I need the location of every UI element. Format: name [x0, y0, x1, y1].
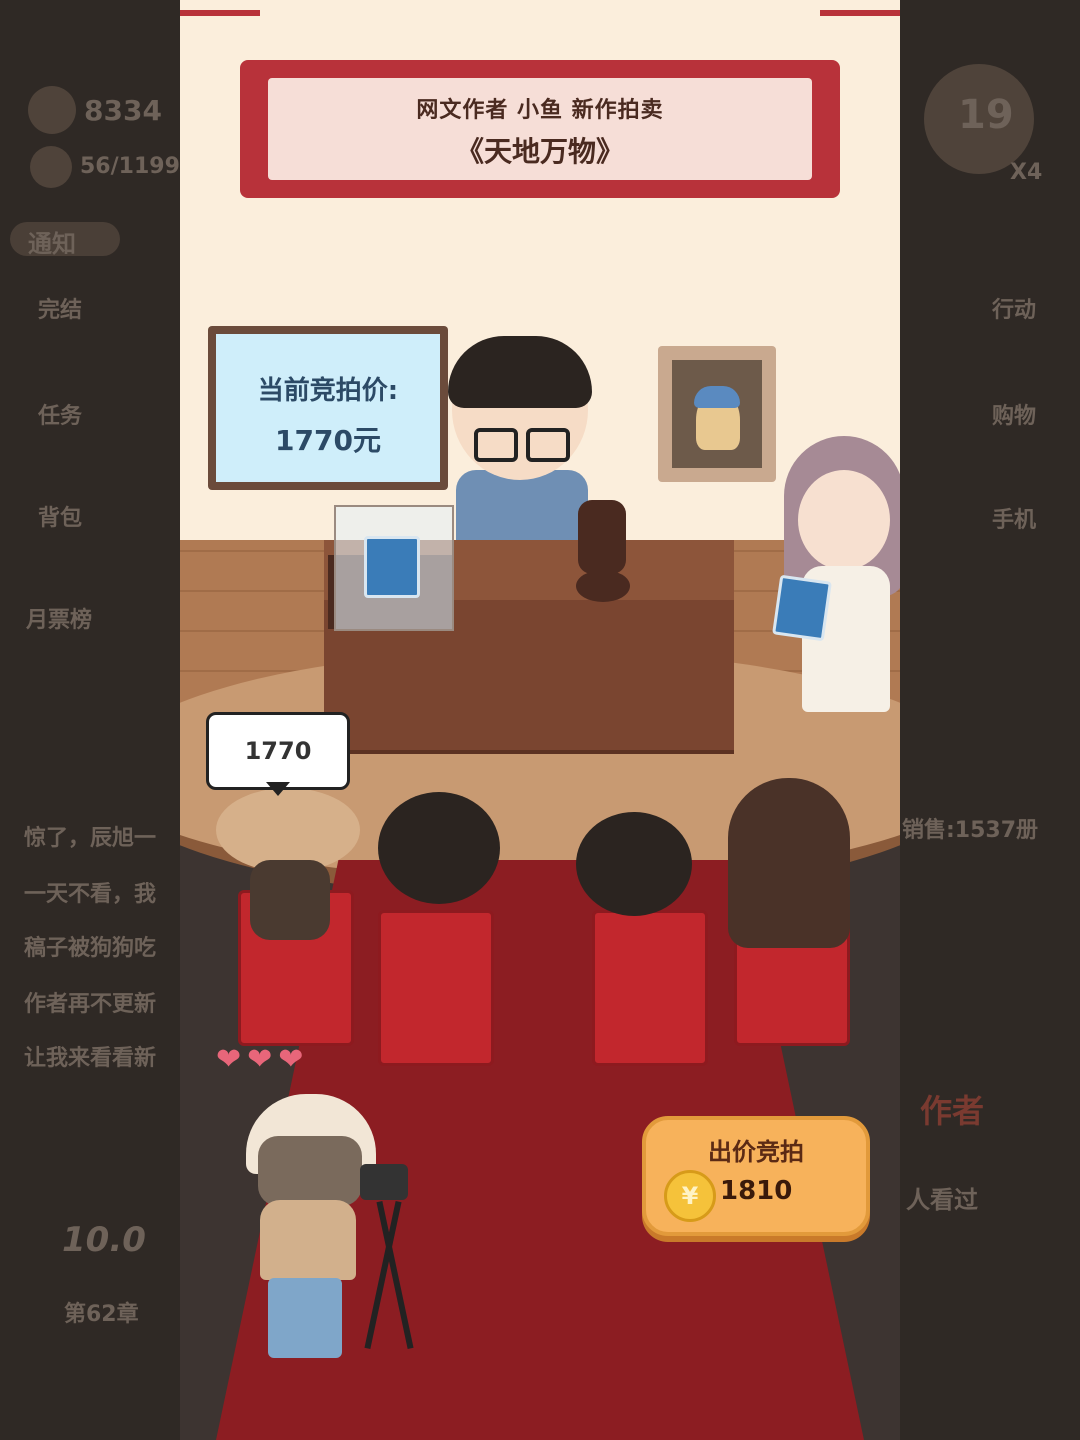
menu-monthly-ticket-rank[interactable]: 月票榜 — [26, 602, 92, 634]
glasses-left-icon — [474, 428, 518, 462]
banner-panel: 网文作者 小鱼 新作拍卖 《天地万物》 — [268, 78, 812, 180]
speed-multiplier[interactable]: X4 — [1010, 160, 1042, 185]
price-board: 当前竞拍价: 1770元 — [208, 326, 448, 490]
audience-member-1-hair — [250, 860, 330, 940]
glasses-right-icon — [526, 428, 570, 462]
menu-phone[interactable]: 手机 — [992, 502, 1036, 534]
camera-icon — [360, 1164, 408, 1200]
ticket-count: 56/1199 — [80, 154, 180, 179]
author-tab[interactable]: 作者 — [920, 1086, 984, 1132]
bid-button[interactable]: 出价竞拍 ¥ 1810 — [642, 1116, 870, 1236]
painting-canvas — [672, 360, 762, 468]
auction-popup: 网文作者 小鱼 新作拍卖 《天地万物》 当前竞拍价: 1770元 1770 ❤❤… — [180, 0, 900, 1440]
feed-line-2: 一天不看，我 — [24, 882, 157, 907]
book-icon — [364, 536, 420, 598]
sales-count: 销售:1537册 — [902, 818, 1039, 843]
banner-book-title: 《天地万物》 — [455, 135, 624, 168]
background-right-panel — [900, 0, 1080, 1440]
feed-line-1: 惊了，辰旭一 — [24, 826, 157, 851]
timer-value: 19 — [958, 92, 1014, 138]
coin-icon — [28, 86, 76, 134]
bid-button-amount: 1810 — [720, 1176, 793, 1206]
bid-speech-bubble: 1770 — [206, 712, 350, 790]
gavel-icon — [578, 500, 626, 574]
feed-line-5: 让我来看看新 — [24, 1046, 157, 1071]
notice-tab-label: 通知 — [28, 230, 76, 258]
assistant-face — [798, 470, 890, 570]
book-rating: 10.0 — [62, 1220, 146, 1260]
audience-chair-3 — [592, 910, 708, 1066]
audience-member-2-head — [378, 792, 500, 904]
chapter-label: 第62章 — [64, 1302, 139, 1327]
audience-member-4-hair — [728, 778, 850, 948]
coin-icon: ¥ — [664, 1170, 716, 1222]
assistant-book-icon — [772, 574, 832, 642]
photographer-legs — [268, 1278, 342, 1358]
audience-chair-2 — [378, 910, 494, 1066]
audience-member-3-head — [576, 812, 692, 916]
current-price-label: 当前竞拍价: — [257, 376, 399, 406]
menu-shopping[interactable]: 购物 — [992, 398, 1036, 430]
painting-headscarf — [694, 386, 740, 408]
menu-tasks[interactable]: 任务 — [38, 398, 82, 430]
ticket-icon — [30, 146, 72, 188]
watched-label: 人看过 — [906, 1186, 978, 1214]
banner-subtitle: 网文作者 小鱼 新作拍卖 — [416, 98, 664, 123]
feed-line-4: 作者再不更新 — [24, 992, 157, 1017]
wall-painting — [658, 346, 776, 482]
feed-line-3: 稿子被狗狗吃 — [24, 936, 157, 961]
photographer-body — [260, 1200, 356, 1280]
hearts-icon: ❤❤❤ — [216, 1042, 310, 1077]
menu-action[interactable]: 行动 — [992, 292, 1036, 324]
photographer-hair — [258, 1136, 362, 1206]
price-board-screen: 当前竞拍价: 1770元 — [216, 334, 440, 482]
bid-button-label: 出价竞拍 — [708, 1138, 804, 1166]
menu-bag[interactable]: 背包 — [38, 500, 82, 532]
menu-finished[interactable]: 完结 — [38, 292, 82, 324]
gavel-block — [576, 570, 630, 602]
coin-count: 8334 — [84, 94, 162, 127]
bubble-tail — [266, 782, 290, 796]
current-price-value: 1770元 — [275, 424, 381, 457]
auction-banner: 网文作者 小鱼 新作拍卖 《天地万物》 — [240, 60, 840, 198]
